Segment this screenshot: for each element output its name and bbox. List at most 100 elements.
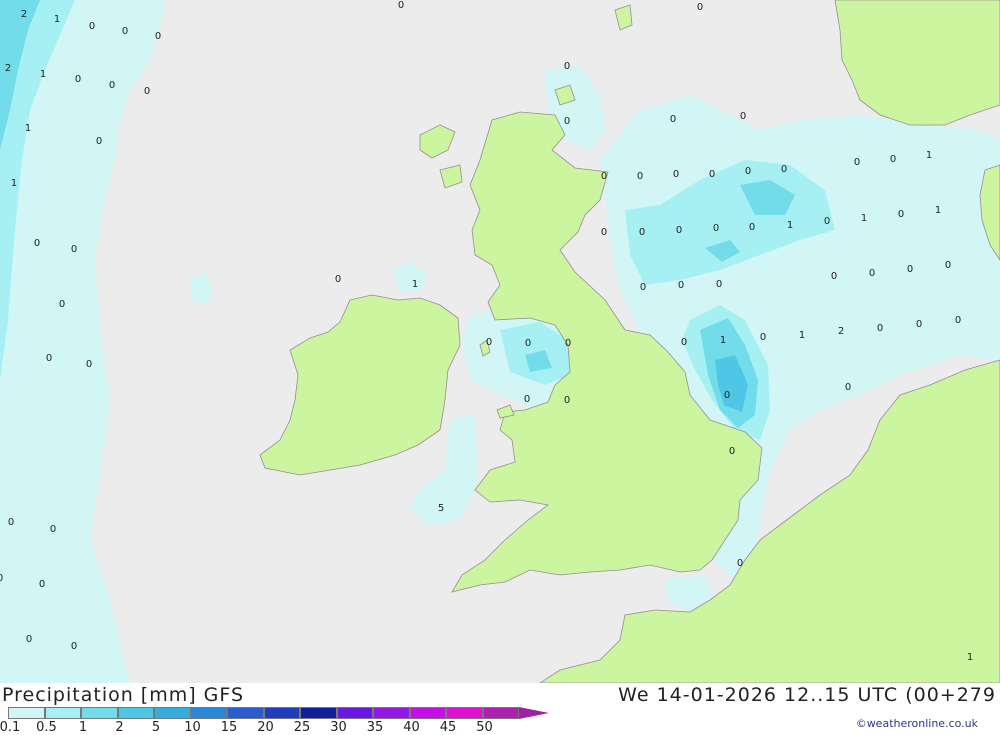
precip-value-label: 2: [838, 326, 844, 337]
precip-value-label: 0: [729, 446, 735, 457]
precip-value-label: 0: [50, 524, 56, 535]
precip-value-label: 0: [155, 31, 161, 42]
precip-value-label: 0: [524, 394, 530, 405]
precip-value-label: 0: [46, 353, 52, 364]
precip-value-label: 0: [565, 338, 571, 349]
precip-value-label: 0: [0, 573, 3, 584]
legend-swatch: [227, 707, 264, 719]
precip-value-label: 0: [955, 315, 961, 326]
precip-value-label: 0: [71, 244, 77, 255]
precip-value-label: 0: [670, 114, 676, 125]
legend-swatch: [336, 707, 373, 719]
precip-value-label: 1: [412, 279, 418, 290]
precip-value-label: 0: [639, 227, 645, 238]
precip-value-label: 0: [676, 225, 682, 236]
precip-value-label: 2: [21, 9, 27, 20]
precip-value-label: 1: [935, 205, 941, 216]
legend-swatch: [8, 707, 45, 719]
precip-value-label: 0: [697, 2, 703, 13]
precip-value-label: 0: [737, 558, 743, 569]
precip-value-label: 0: [724, 390, 730, 401]
precip-value-label: 1: [787, 220, 793, 231]
precip-value-label: 0: [564, 395, 570, 406]
precip-value-label: 0: [916, 319, 922, 330]
precip-value-label: 1: [11, 178, 17, 189]
precip-value-label: 0: [486, 337, 492, 348]
precip-value-label: 0: [709, 169, 715, 180]
precip-value-label: 0: [681, 337, 687, 348]
legend-arrow: [519, 707, 549, 719]
legend-swatch: [263, 707, 300, 719]
precip-value-label: 0: [564, 116, 570, 127]
precip-value-label: 0: [877, 323, 883, 334]
legend-swatch: [44, 707, 81, 719]
precip-value-label: 0: [96, 136, 102, 147]
precip-value-label: 0: [673, 169, 679, 180]
precip-value-label: 0: [34, 238, 40, 249]
precip-value-label: 0: [845, 382, 851, 393]
precip-value-label: 0: [564, 61, 570, 72]
precip-value-label: 1: [40, 69, 46, 80]
legend-swatch: [446, 707, 483, 719]
precip-value-label: 0: [678, 280, 684, 291]
precip-value-label: 0: [854, 157, 860, 168]
precip-value-label: 0: [740, 111, 746, 122]
legend-swatch: [409, 707, 446, 719]
precip-value-label: 0: [59, 299, 65, 310]
precipitation-map: 2 1 0 0 0 0 0 2 1 0 0 0 1 0 1 0 0 0 0 0 0 0 0 0 0 1 0 0 0 0 0 0 0 0 1 0 0 0 0 0…: [0, 0, 1000, 683]
precip-value-label: 0: [144, 86, 150, 97]
precip-value-label: 0: [824, 216, 830, 227]
precip-value-label: 1: [967, 652, 973, 663]
credit-link[interactable]: ©weatheronline.co.uk: [856, 717, 978, 730]
precip-value-label: 1: [54, 14, 60, 25]
precip-value-label: 1: [861, 213, 867, 224]
precip-value-label: 0: [831, 271, 837, 282]
precip-value-label: 0: [601, 171, 607, 182]
precip-value-label: 1: [720, 335, 726, 346]
precipitation-legend: 0.1 0.5 1 2 5 10 15 20 25 30 35 40 45 50: [0, 707, 549, 735]
precip-value-label: 0: [760, 332, 766, 343]
precip-value-label: 0: [8, 517, 14, 528]
precip-value-label: 0: [601, 227, 607, 238]
precip-value-label: 0: [890, 154, 896, 165]
precip-value-label: 1: [926, 150, 932, 161]
precip-value-label: 1: [799, 330, 805, 341]
precip-value-label: 2: [5, 63, 11, 74]
precip-value-label: 0: [898, 209, 904, 220]
forecast-datetime: We 14-01-2026 12..15 UTC (00+279: [618, 684, 996, 706]
precip-value-label: 0: [335, 274, 341, 285]
legend-swatch: [154, 707, 191, 719]
precip-value-label: 0: [89, 21, 95, 32]
precip-area-cell-4: [30, 485, 48, 508]
precip-value-label: 0: [39, 579, 45, 590]
precip-value-label: 0: [716, 279, 722, 290]
precip-value-label: 0: [398, 0, 404, 11]
precip-value-label: 0: [71, 641, 77, 652]
precip-value-label: 0: [75, 74, 81, 85]
precip-value-label: 0: [749, 222, 755, 233]
precip-value-label: 5: [438, 503, 444, 514]
precip-value-label: 0: [122, 26, 128, 37]
legend-swatch: [300, 707, 337, 719]
precip-value-label: 0: [86, 359, 92, 370]
precip-value-label: 0: [945, 260, 951, 271]
precip-value-label: 1: [25, 123, 31, 134]
legend-swatch: [117, 707, 154, 719]
map-footer: Precipitation [mm] GFS We 14-01-2026 12.…: [0, 683, 1000, 735]
precip-value-label: 0: [781, 164, 787, 175]
precip-value-label: 0: [869, 268, 875, 279]
map-canvas: 2 1 0 0 0 0 0 2 1 0 0 0 1 0 1 0 0 0 0 0 0 0 0 0 0 1 0 0 0 0 0 0 0 0 1 0 0 0 0 0…: [0, 0, 1000, 683]
precip-value-label: 0: [713, 223, 719, 234]
legend-swatch: [81, 707, 118, 719]
legend-swatch: [190, 707, 227, 719]
precip-value-label: 0: [26, 634, 32, 645]
precip-value-label: 0: [637, 171, 643, 182]
precip-value-label: 0: [907, 264, 913, 275]
precip-value-label: 0: [525, 338, 531, 349]
legend-swatch: [482, 707, 519, 719]
precip-value-label: 0: [640, 282, 646, 293]
precip-value-label: 0: [109, 80, 115, 91]
precip-value-label: 0: [745, 166, 751, 177]
map-title: Precipitation [mm] GFS: [2, 684, 245, 706]
legend-swatch: [373, 707, 410, 719]
